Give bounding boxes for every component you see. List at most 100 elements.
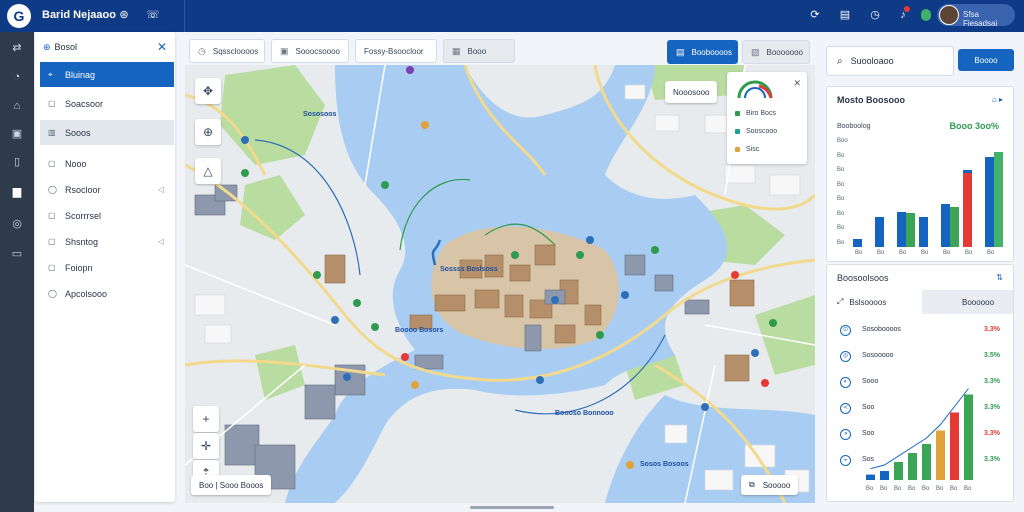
sidebar-item-4[interactable]: ▢ Nooo: [40, 151, 174, 176]
tab-label: Bslsoooos: [849, 297, 887, 307]
compass-icon[interactable]: ◎: [9, 216, 25, 232]
sidebar-item-9[interactable]: ◯ Apcolsooo: [40, 281, 174, 306]
briefcase-icon[interactable]: ▆: [9, 184, 25, 200]
file-icon[interactable]: ▭: [9, 246, 25, 262]
home-icon[interactable]: ⌂: [9, 98, 25, 114]
list-item[interactable]: ◎ Sosooooo 3.5%: [840, 349, 1000, 365]
document-icon[interactable]: ▯: [9, 154, 25, 170]
sidebar-item-label: Scorrrsel: [65, 210, 102, 221]
layers-icon: ⧉: [749, 480, 755, 489]
mini-chart-bar[interactable]: [922, 444, 931, 480]
map-label: Boooso Bonnooo: [555, 410, 614, 417]
chart-bar[interactable]: [897, 212, 906, 247]
sidebar-item-label: Foiopn: [65, 262, 93, 273]
image-icon[interactable]: ▣: [9, 126, 25, 142]
collapse-icon[interactable]: ◁: [158, 185, 164, 194]
map-tab-1[interactable]: ◷ Sqsscloooos: [189, 39, 265, 63]
pan-tool-button[interactable]: ✥: [195, 78, 221, 104]
map-scrollbar[interactable]: [470, 506, 554, 509]
x-tick-label: Bo: [908, 486, 916, 492]
close-icon[interactable]: ✕: [793, 78, 801, 89]
map-label: Boooo Bosors: [395, 327, 444, 334]
map-tab-label: Sqsscloooos: [212, 46, 259, 56]
card-actions[interactable]: ⌂ ▸: [992, 95, 1003, 104]
x-tick-label: Bo: [964, 486, 972, 492]
x-tick-label: Bo: [866, 486, 874, 492]
chart-bar[interactable]: [994, 152, 1003, 247]
sidebar-item-5[interactable]: ◯ Rsocloor ◁: [40, 177, 174, 202]
mini-chart-bar[interactable]: [894, 462, 903, 480]
tab-summary-1[interactable]: ⤢ Bslsoooos: [827, 290, 922, 314]
zoom-out-button[interactable]: ✛: [193, 433, 219, 459]
clock-icon[interactable]: ◔: [9, 69, 25, 85]
map-tab-2[interactable]: ▣ Sooocsoooo: [271, 39, 349, 63]
list-item-value: 3.3%: [984, 378, 1000, 385]
list-item[interactable]: ⊙ Sosoboooos 3.3%: [840, 323, 1000, 339]
y-tick-label: Bo: [837, 181, 845, 188]
zoom-in-button[interactable]: +: [193, 406, 219, 432]
target-icon: ⊕: [202, 125, 214, 139]
map-tab-5[interactable]: ▤ Booboooos: [667, 40, 738, 64]
sidebar-item-8[interactable]: ▢ Foiopn: [40, 255, 174, 280]
map-label: Sossss Boslsoss: [440, 266, 498, 273]
locate-button[interactable]: ⊕: [195, 119, 221, 145]
chart-bar[interactable]: [919, 217, 928, 247]
app-logo-icon[interactable]: G: [7, 4, 31, 28]
sidebar-item-3[interactable]: ▥ Sooos: [40, 120, 174, 145]
sidebar-item-1[interactable]: ⌖ Bluinag: [40, 62, 174, 87]
chart-bar[interactable]: [950, 207, 959, 247]
user-menu[interactable]: Sfsa Fiesadsai: [937, 4, 1015, 28]
measure-button[interactable]: △: [195, 158, 221, 184]
chart-bar[interactable]: [906, 213, 915, 247]
chat-icon[interactable]: ☏: [146, 8, 160, 22]
clock-icon: ◷: [198, 45, 206, 56]
mini-chart-bar[interactable]: [936, 430, 945, 481]
sidebar-item-7[interactable]: ▢ Shsntog ◁: [40, 229, 174, 254]
map-tab-label: Booo: [467, 46, 487, 56]
search-icon: ⌕: [837, 55, 843, 67]
chart-bar[interactable]: [963, 173, 972, 247]
search-button[interactable]: Boooo: [958, 49, 1014, 71]
calendar-icon[interactable]: ▤: [838, 8, 852, 22]
mini-chart-bar[interactable]: [880, 471, 889, 480]
mini-chart: Bo Bo Bo Bo Bo Bo Bo Bo: [866, 388, 973, 492]
clock-icon[interactable]: ◷: [868, 8, 882, 22]
map-tab-4[interactable]: ▦ Booo: [443, 39, 515, 63]
map-status-chip[interactable]: Nooosooo: [665, 81, 718, 103]
chart-bar[interactable]: [875, 217, 884, 247]
close-icon[interactable]: ✕: [157, 40, 167, 54]
tab-summary-2[interactable]: Boooooo: [922, 290, 1013, 314]
mini-chart-bar[interactable]: [908, 453, 917, 480]
card-actions[interactable]: ⇅: [996, 273, 1003, 282]
mini-chart-bar[interactable]: [866, 474, 875, 480]
search-input[interactable]: ⌕ Suooloaoo: [826, 46, 954, 76]
chart-bar[interactable]: [941, 204, 950, 247]
x-tick-label: Bo: [877, 250, 885, 256]
divider: [184, 0, 185, 32]
layers-chip[interactable]: ⧉ Sooooo: [741, 475, 799, 495]
chart-bar[interactable]: [853, 239, 862, 247]
sidebar-item-label: Soacsoor: [65, 98, 104, 109]
routes-icon[interactable]: ⇄: [9, 40, 25, 56]
chart-bar[interactable]: [985, 157, 994, 247]
sidebar-item-2[interactable]: ▢ Soacsoor: [40, 91, 174, 116]
collapse-icon[interactable]: ◁: [158, 237, 164, 246]
map-tab-label: Sooocsoooo: [295, 46, 340, 56]
map-tab-6[interactable]: ▧ Booooooo: [742, 40, 810, 64]
x-tick-label: Bo: [965, 250, 973, 256]
mini-chart-bar[interactable]: [950, 412, 959, 481]
map-scale: Boo | Sooo Booos: [191, 475, 272, 495]
globe-icon: ⊕: [43, 42, 51, 52]
map-tab-3[interactable]: Fossy-Bsoocloor: [355, 39, 437, 63]
list-item-value: 3.3%: [984, 404, 1000, 411]
circle-icon: ◯: [48, 185, 57, 194]
refresh-icon[interactable]: ⟳: [808, 8, 822, 22]
mini-chart-bar[interactable]: [964, 394, 973, 481]
sidebar-item-6[interactable]: ▢ Scorrrsel: [40, 203, 174, 228]
x-tick-label: Bo: [987, 250, 995, 256]
map-canvas[interactable]: ✥ ⊕ △ + ✛ ⇡ Nooosooo Boo | Sooo Booos ⧉ S…: [185, 65, 815, 503]
list-item-label: Sosooooo: [862, 352, 894, 359]
y-tick-label: Bo: [837, 196, 845, 202]
legend-item: Biro Bocs: [735, 110, 776, 117]
globe-icon[interactable]: ⊛: [117, 8, 131, 22]
